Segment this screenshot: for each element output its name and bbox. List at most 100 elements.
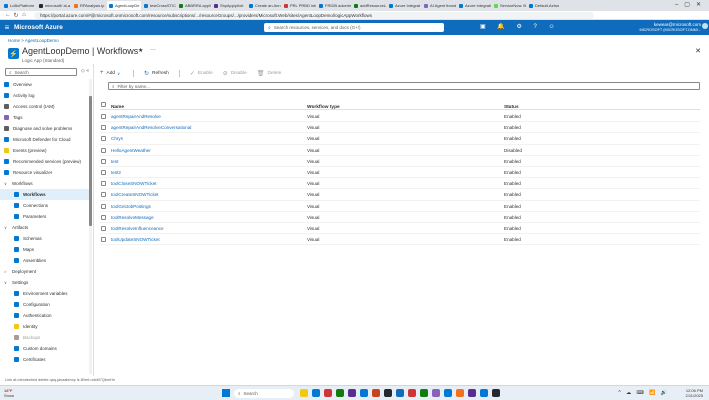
sidebar-item-settings[interactable]: ∨ Settings bbox=[0, 277, 92, 288]
browser-tab[interactable]: AgentLoopDe bbox=[107, 1, 141, 10]
taskbar-app-icon[interactable] bbox=[492, 389, 500, 397]
enable-button[interactable]: ✓ Enable bbox=[190, 70, 213, 77]
sidebar-item-schemas[interactable]: Schemas bbox=[0, 233, 92, 244]
row-checkbox[interactable] bbox=[101, 169, 106, 175]
workflow-name-link[interactable]: HelloAgentWeather bbox=[111, 148, 151, 153]
table-row[interactable]: Chrys Visual Enabled bbox=[100, 133, 700, 145]
row-checkbox[interactable] bbox=[101, 158, 106, 164]
row-checkbox[interactable] bbox=[101, 214, 106, 220]
row-checkbox[interactable] bbox=[101, 136, 106, 142]
browser-tab[interactable]: Azure Integrat bbox=[387, 1, 421, 10]
row-checkbox[interactable] bbox=[101, 125, 106, 131]
add-button[interactable]: + Add ∨ bbox=[100, 70, 123, 76]
browser-tab[interactable]: LoBoPlatform bbox=[2, 1, 36, 10]
taskbar-app-icon[interactable] bbox=[408, 389, 416, 397]
workflow-name-link[interactable]: test bbox=[111, 159, 118, 164]
workflow-name-link[interactable]: toolGetJobPostings bbox=[111, 204, 151, 209]
close-blade-icon[interactable]: ✕ bbox=[695, 47, 701, 55]
taskbar-app-icon[interactable] bbox=[372, 389, 380, 397]
window-controls[interactable]: –▢✕ bbox=[675, 1, 707, 8]
account-info[interactable]: kewear@microsoft.com MICROSOFT (MICROSOF… bbox=[639, 22, 701, 33]
taskbar-app-icon[interactable] bbox=[420, 389, 428, 397]
taskbar-app-icon[interactable] bbox=[300, 389, 308, 397]
sidebar-item-connections[interactable]: Connections bbox=[0, 200, 92, 211]
taskbar-search-input[interactable]: ⌕ Search bbox=[234, 389, 294, 398]
row-checkbox[interactable] bbox=[101, 192, 106, 198]
browser-tab[interactable]: testCrossSTIC bbox=[142, 1, 176, 10]
collapse-sidebar-icon[interactable]: ◇ « bbox=[81, 68, 89, 74]
browser-tab[interactable]: addResourceU bbox=[352, 1, 386, 10]
taskbar-app-icon[interactable] bbox=[456, 389, 464, 397]
row-checkbox[interactable] bbox=[101, 225, 106, 231]
sidebar-item-certificates[interactable]: Certificates bbox=[0, 354, 92, 365]
workflow-name-link[interactable]: agentRepairAndResolveConversational bbox=[111, 125, 191, 130]
sidebar-scrollbar-thumb[interactable] bbox=[89, 96, 92, 226]
table-row[interactable]: toolGetJobPostings Visual Enabled bbox=[100, 201, 700, 212]
url-field[interactable]: https://portal.azure.com/#@microsoft.onm… bbox=[34, 11, 594, 19]
table-row[interactable]: agentRepairAndResolve Visual Enabled bbox=[100, 111, 700, 123]
favorite-star-icon[interactable]: ★ bbox=[138, 47, 143, 54]
taskbar-app-icon[interactable] bbox=[444, 389, 452, 397]
sidebar-item-environment-variables[interactable]: Environment variables bbox=[0, 288, 92, 299]
row-checkbox[interactable] bbox=[101, 203, 106, 209]
browser-tab[interactable]: microsoft/ ai-a bbox=[37, 1, 71, 10]
hamburger-menu-icon[interactable]: ≡ bbox=[0, 23, 14, 32]
row-checkbox[interactable] bbox=[101, 237, 106, 243]
back-arrow-icon[interactable]: ← bbox=[4, 12, 12, 18]
browser-tab[interactable]: Azure Integrati bbox=[457, 1, 491, 10]
workflow-name-link[interactable]: toolCloseSNOWTicket bbox=[111, 181, 157, 186]
table-row[interactable]: agentRepairAndResolveConversational Visua… bbox=[100, 122, 700, 134]
delete-button[interactable]: 🗑 Delete bbox=[257, 70, 282, 77]
refresh-button[interactable]: ↻ Refresh bbox=[144, 70, 169, 77]
table-row[interactable]: toolCloseSNOWTicket Visual Enabled bbox=[100, 178, 700, 190]
sidebar-item-assemblies[interactable]: Assemblies bbox=[0, 255, 92, 266]
global-search-input[interactable]: ⌕ Search resources, services, and docs (… bbox=[264, 23, 444, 32]
sidebar-item-diagnose-and-solve-problems[interactable]: Diagnose and solve problems bbox=[0, 123, 92, 134]
weather-widget[interactable]: 18°F Snow bbox=[4, 388, 14, 398]
sidebar-item-tags[interactable]: Tags bbox=[0, 112, 92, 123]
filter-input[interactable]: ⌕ Filter by name... bbox=[108, 82, 700, 90]
sidebar-item-configuration[interactable]: Configuration bbox=[0, 299, 92, 310]
sidebar-item-authentication[interactable]: Authentication bbox=[0, 310, 92, 321]
workflow-name-link[interactable]: toolResolveInfluenceance bbox=[111, 226, 164, 231]
taskbar-app-icon[interactable] bbox=[384, 389, 392, 397]
windows-start-icon[interactable] bbox=[222, 389, 230, 397]
table-row[interactable]: toolUpdateSNOWTicket Visual Enabled bbox=[100, 234, 700, 246]
workflow-name-link[interactable]: toolCreateSNOWTicket bbox=[111, 192, 159, 197]
browser-tab[interactable]: Default-Azfun bbox=[527, 1, 561, 10]
system-tray-icons[interactable]: ^ ☁ ⌨ 📶 🔊 bbox=[618, 390, 669, 396]
row-checkbox[interactable] bbox=[101, 147, 106, 153]
browser-tab[interactable]: AI Agent tbond bbox=[422, 1, 456, 10]
sidebar-item-access-control-iam[interactable]: Access control (IAM) bbox=[0, 101, 92, 112]
taskbar-app-icon[interactable] bbox=[336, 389, 344, 397]
sidebar-item-activity-log[interactable]: Activity log bbox=[0, 90, 92, 101]
sidebar-item-microsoft-defender-for-cloud[interactable]: Microsoft Defender for Cloud bbox=[0, 134, 92, 145]
sidebar-item-recommended-services-preview[interactable]: Recommended services (preview) bbox=[0, 156, 92, 167]
workflow-name-link[interactable]: toolResolveMessage bbox=[111, 215, 154, 220]
table-row[interactable]: toolResolveInfluenceance Visual Enabled bbox=[100, 223, 700, 235]
taskbar-app-icon[interactable] bbox=[480, 389, 488, 397]
more-options-icon[interactable]: ··· bbox=[150, 47, 156, 53]
sidebar-item-deployment[interactable]: > Deployment bbox=[0, 266, 92, 277]
taskbar-app-icon[interactable] bbox=[468, 389, 476, 397]
browser-tab[interactable]: ABBRRA appli bbox=[177, 1, 211, 10]
sidebar-item-parameters[interactable]: Parameters bbox=[0, 211, 92, 222]
disable-button[interactable]: ⊘ Disable bbox=[223, 70, 247, 77]
table-row[interactable]: HelloAgentWeather Visual Disabled bbox=[100, 145, 700, 156]
azure-brand[interactable]: Microsoft Azure bbox=[14, 24, 63, 31]
system-clock[interactable]: 12:06 PM 2/11/2025 bbox=[686, 388, 704, 398]
home-icon[interactable]: ⌂ bbox=[20, 12, 28, 18]
sidebar-item-resource-visualizer[interactable]: Resource visualizer bbox=[0, 167, 92, 178]
workflow-name-link[interactable]: Chrys bbox=[111, 136, 123, 141]
taskbar-app-icon[interactable] bbox=[324, 389, 332, 397]
sidebar-item-artifacts[interactable]: ∨ Artifacts bbox=[0, 222, 92, 233]
refresh-icon[interactable]: ↻ bbox=[12, 12, 20, 19]
select-all-checkbox[interactable] bbox=[101, 102, 106, 107]
sidebar-item-overview[interactable]: Overview bbox=[0, 79, 92, 90]
workflow-name-link[interactable]: agentRepairAndResolve bbox=[111, 114, 161, 119]
taskbar-app-icon[interactable] bbox=[432, 389, 440, 397]
header-action-icons[interactable]: ▣ 🔔 ⚙ ? ☺ bbox=[480, 23, 560, 30]
taskbar-app-icon[interactable] bbox=[348, 389, 356, 397]
workflow-name-link[interactable]: test2 bbox=[111, 170, 121, 175]
sidebar-item-workflows[interactable]: ∨ Workflows bbox=[0, 178, 92, 189]
